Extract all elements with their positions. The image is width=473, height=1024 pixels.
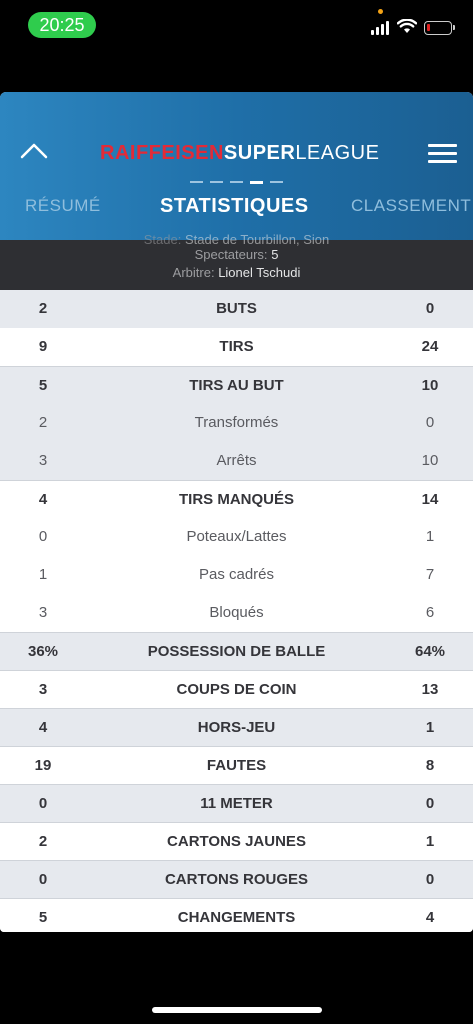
- header: RAIFFEISENSUPERLEAGUE RÉSUMÉ STATISTIQUE…: [0, 92, 473, 240]
- stat-label: 11 METER: [200, 795, 273, 812]
- tab-statistiques[interactable]: STATISTIQUES: [160, 195, 309, 218]
- stat-label: Transformés: [194, 414, 279, 431]
- stat-away-value: 6: [425, 604, 435, 621]
- stat-row-tirs: 9 TIRS 24: [0, 328, 473, 366]
- stat-home-value: 0: [38, 871, 48, 888]
- referee-row: Arbitre: Lionel Tschudi: [0, 265, 473, 280]
- stat-away-value: 64%: [414, 643, 446, 660]
- status-bar: 20:25: [0, 0, 473, 50]
- stat-away-value: 0: [425, 795, 435, 812]
- stat-home-value: 2: [38, 833, 48, 850]
- stat-home-value: 9: [38, 338, 48, 355]
- stat-label: BUTS: [216, 300, 257, 317]
- wifi-icon: [397, 19, 417, 33]
- home-indicator[interactable]: [152, 1007, 322, 1013]
- stat-label: POSSESSION DE BALLE: [147, 643, 326, 660]
- stat-row-cartons-rouges: 0 CARTONS ROUGES 0: [0, 860, 473, 898]
- stat-row-fautes: 19 FAUTES 8: [0, 746, 473, 784]
- stat-home-value: 5: [38, 909, 48, 926]
- stat-away-value: 24: [421, 338, 439, 355]
- stat-away-value: 1: [425, 719, 435, 736]
- logo-league: LEAGUE: [295, 142, 380, 164]
- stadium-value: Stade de Tourbillon, Sion: [184, 232, 330, 247]
- stat-row-hors-jeu: 4 HORS-JEU 1: [0, 708, 473, 746]
- stat-row-buts: 2 BUTS 0: [0, 290, 473, 328]
- stat-home-value: 0: [38, 795, 48, 812]
- spectators-row: Spectateurs: 5: [0, 247, 473, 262]
- stat-home-value: 5: [38, 377, 48, 394]
- tab-resume[interactable]: RÉSUMÉ: [25, 196, 101, 216]
- stat-label: FAUTES: [206, 757, 267, 774]
- logo-raiffeisen: RAIFFEISEN: [100, 142, 224, 164]
- tab-classement[interactable]: CLASSEMENT: [351, 196, 471, 216]
- stadium-label: Stade:: [143, 232, 182, 247]
- app-screen: RAIFFEISENSUPERLEAGUE RÉSUMÉ STATISTIQUE…: [0, 92, 473, 932]
- stat-home-value: 2: [38, 414, 48, 431]
- stat-away-value: 1: [425, 833, 435, 850]
- stat-label: Bloqués: [209, 604, 264, 621]
- stat-label: CHANGEMENTS: [177, 909, 296, 926]
- spectators-label: Spectateurs:: [194, 247, 268, 262]
- stat-row-changements: 5 CHANGEMENTS 4: [0, 898, 473, 932]
- stat-away-value: 4: [425, 909, 435, 926]
- chevron-up-icon[interactable]: [20, 140, 48, 160]
- stat-away-value: 0: [425, 300, 435, 317]
- stat-label: COUPS DE COIN: [176, 681, 297, 698]
- stat-row-11-meter: 0 11 METER 0: [0, 784, 473, 822]
- stat-label: CARTONS ROUGES: [164, 871, 309, 888]
- stat-label: Poteaux/Lattes: [186, 528, 287, 545]
- stat-label: TIRS: [219, 338, 254, 355]
- stat-away-value: 13: [421, 681, 439, 698]
- stadium-row: Stade: Stade de Tourbillon, Sion: [0, 232, 473, 247]
- stat-away-value: 0: [425, 414, 435, 431]
- stat-label: TIRS MANQUÉS: [178, 491, 294, 508]
- stat-label: Pas cadrés: [198, 566, 275, 583]
- hamburger-menu-icon[interactable]: [428, 144, 457, 164]
- stat-row-coups-de-coin: 3 COUPS DE COIN 13: [0, 670, 473, 708]
- stat-away-value: 1: [425, 528, 435, 545]
- stat-row-transformes: 2 Transformés 0: [0, 404, 473, 442]
- status-time: 20:25: [28, 12, 96, 38]
- privacy-indicator-dot: [378, 9, 383, 14]
- stat-home-value: 0: [38, 528, 48, 545]
- stat-home-value: 3: [38, 452, 48, 469]
- stat-row-cartons-jaunes: 2 CARTONS JAUNES 1: [0, 822, 473, 860]
- stat-away-value: 14: [421, 491, 439, 508]
- referee-label: Arbitre:: [172, 265, 215, 280]
- page-indicator: [190, 181, 284, 184]
- stat-away-value: 7: [425, 566, 435, 583]
- stat-row-pas-cadres: 1 Pas cadrés 7: [0, 556, 473, 594]
- stat-away-value: 8: [425, 757, 435, 774]
- match-info: Stade: Stade de Tourbillon, Sion Spectat…: [0, 232, 473, 290]
- stat-home-value: 19: [34, 757, 52, 774]
- stat-home-value: 3: [38, 604, 48, 621]
- stat-home-value: 1: [38, 566, 48, 583]
- logo-super: SUPER: [223, 142, 296, 164]
- cellular-signal-icon: [371, 21, 391, 35]
- stat-label: TIRS AU BUT: [189, 377, 284, 394]
- stat-home-value: 4: [38, 491, 48, 508]
- stat-home-value: 4: [38, 719, 48, 736]
- league-logo: RAIFFEISENSUPERLEAGUE: [100, 142, 379, 165]
- stat-row-possession: 36% POSSESSION DE BALLE 64%: [0, 632, 473, 670]
- stats-table: 2 BUTS 0 9 TIRS 24 5 TIRS AU BUT 10 2 Tr…: [0, 290, 473, 932]
- stat-label: Arrêts: [216, 452, 257, 469]
- stat-home-value: 2: [38, 300, 48, 317]
- stat-home-value: 3: [38, 681, 48, 698]
- battery-icon: [424, 21, 455, 35]
- referee-value: Lionel Tschudi: [218, 265, 301, 280]
- stat-row-bloques: 3 Bloqués 6: [0, 594, 473, 632]
- stat-label: HORS-JEU: [197, 719, 276, 736]
- stat-away-value: 10: [421, 452, 439, 469]
- spectators-value: 5: [271, 247, 279, 262]
- stat-label: CARTONS JAUNES: [167, 833, 306, 850]
- stat-away-value: 10: [421, 377, 439, 394]
- stat-away-value: 0: [425, 871, 435, 888]
- stat-row-arrets: 3 Arrêts 10: [0, 442, 473, 480]
- stat-row-tirs-au-but: 5 TIRS AU BUT 10: [0, 366, 473, 404]
- stat-row-poteaux-lattes: 0 Poteaux/Lattes 1: [0, 518, 473, 556]
- stat-row-tirs-manques: 4 TIRS MANQUÉS 14: [0, 480, 473, 518]
- stat-home-value: 36%: [27, 643, 59, 660]
